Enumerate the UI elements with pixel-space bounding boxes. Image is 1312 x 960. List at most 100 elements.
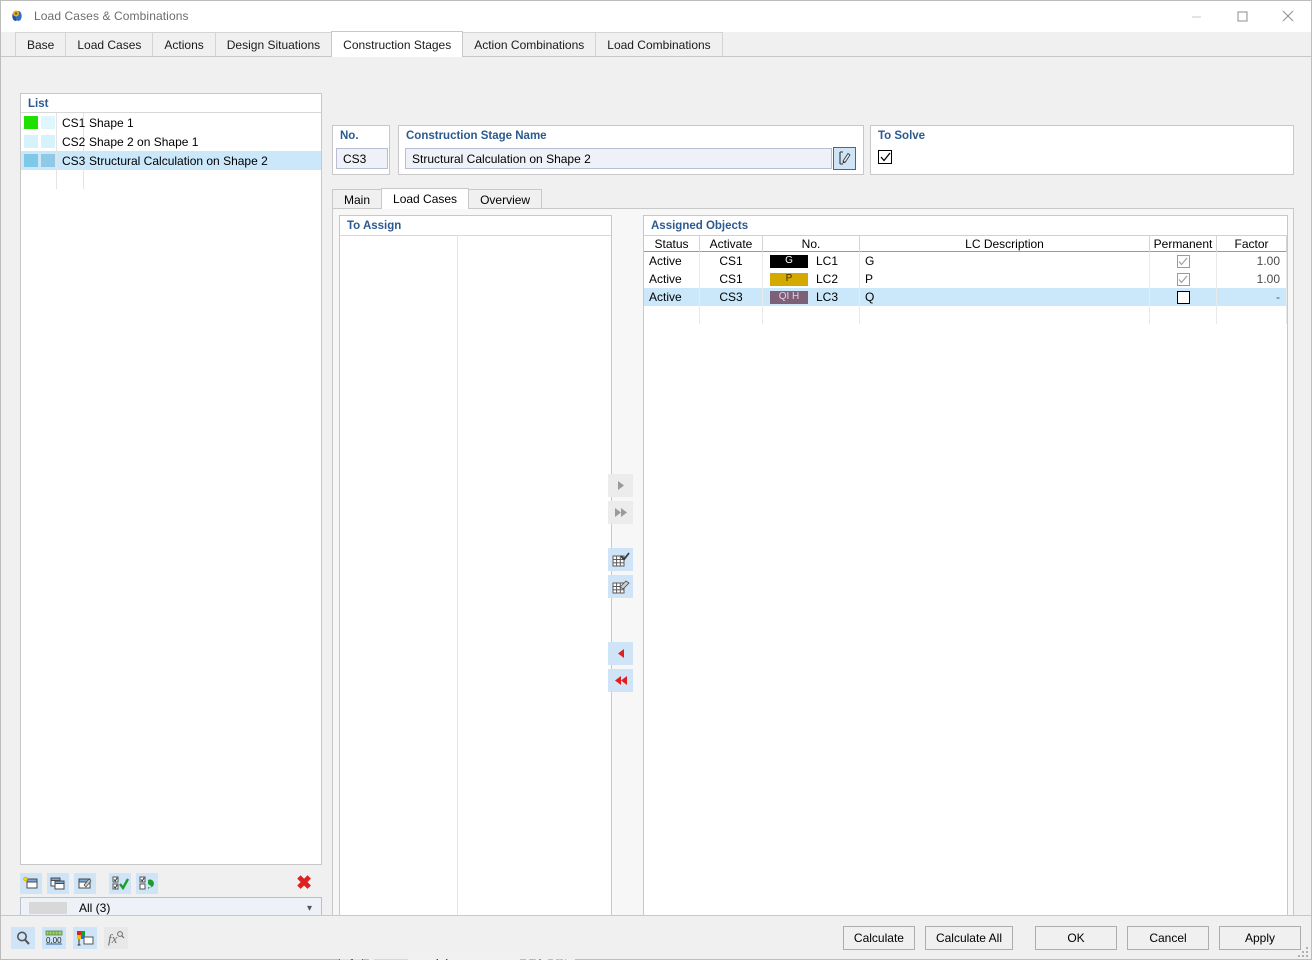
list-item-no: CS1 bbox=[57, 113, 85, 132]
table-row[interactable]: Active CS3 QI H LC3 Q - bbox=[644, 288, 1287, 306]
tab-load-cases-inner[interactable]: Load Cases bbox=[381, 188, 470, 209]
tab-construction-stages[interactable]: Construction Stages bbox=[331, 31, 464, 57]
construction-stage-name-group: Construction Stage Name Structural Calcu… bbox=[398, 125, 864, 175]
list-item[interactable]: CS2 Shape 2 on Shape 1 bbox=[21, 132, 321, 151]
to-assign-column-divider bbox=[457, 235, 458, 916]
column-header-activate[interactable]: Activate bbox=[700, 235, 763, 252]
color-swatch-primary bbox=[24, 116, 38, 129]
select-all-icon[interactable] bbox=[109, 872, 131, 894]
cell-factor: - bbox=[1217, 288, 1287, 306]
formula-icon[interactable]: fx bbox=[104, 926, 128, 949]
tab-load-cases[interactable]: Load Cases bbox=[65, 32, 154, 56]
table-edit-icon[interactable] bbox=[608, 575, 633, 598]
column-header-status[interactable]: Status bbox=[644, 235, 700, 252]
footer-buttons: Calculate Calculate All OK Cancel Apply bbox=[833, 925, 1301, 950]
close-icon[interactable] bbox=[1265, 1, 1311, 32]
to-solve-title: To Solve bbox=[878, 130, 926, 142]
cell-activate: CS1 bbox=[700, 270, 763, 288]
remove-all-left-icon[interactable] bbox=[608, 669, 633, 692]
stage-name-title: Construction Stage Name bbox=[406, 130, 547, 142]
cell-no: QI H LC3 bbox=[763, 288, 860, 306]
tab-actions[interactable]: Actions bbox=[152, 32, 216, 56]
tab-label: Load Cases bbox=[393, 192, 458, 206]
tab-action-combinations[interactable]: Action Combinations bbox=[462, 32, 597, 56]
cancel-button[interactable]: Cancel bbox=[1127, 925, 1209, 950]
cell-status: Active bbox=[644, 288, 700, 306]
table-row-empty[interactable] bbox=[644, 306, 1287, 324]
resize-grip-icon[interactable] bbox=[1296, 945, 1308, 957]
list-item-no: CS3 bbox=[57, 151, 85, 170]
list-panel: List CS1 Shape 1 CS2 Shape 2 on Shape 1 … bbox=[20, 93, 322, 865]
to-assign-header-rule bbox=[340, 235, 611, 236]
tab-label: Construction Stages bbox=[343, 37, 452, 52]
tab-label: Main bbox=[344, 192, 371, 207]
cell-lc-number: LC3 bbox=[816, 290, 839, 304]
invert-selection-icon[interactable] bbox=[136, 872, 158, 894]
maximize-icon[interactable] bbox=[1219, 1, 1265, 32]
tab-label: Load Combinations bbox=[607, 37, 711, 52]
calculate-all-button[interactable]: Calculate All bbox=[924, 925, 1013, 950]
stage-no-field[interactable]: CS3 bbox=[336, 148, 388, 169]
to-assign-title: To Assign bbox=[347, 220, 402, 232]
apply-button[interactable]: Apply bbox=[1219, 925, 1301, 950]
tab-label: Actions bbox=[164, 37, 204, 52]
list-item-empty[interactable] bbox=[21, 170, 321, 189]
cell-factor: 1.00 bbox=[1217, 270, 1287, 288]
remove-left-icon[interactable] bbox=[608, 642, 633, 665]
decimal-places-icon[interactable]: 0,00 bbox=[42, 926, 66, 949]
to-solve-group: To Solve bbox=[870, 125, 1294, 175]
cell-permanent bbox=[1150, 252, 1217, 270]
table-row[interactable]: Active CS1 P LC2 P 1.00 bbox=[644, 270, 1287, 288]
tab-base[interactable]: Base bbox=[15, 32, 67, 56]
column-header-lc-description[interactable]: LC Description bbox=[860, 235, 1150, 252]
calculate-button[interactable]: Calculate bbox=[842, 925, 915, 950]
tab-main[interactable]: Main bbox=[332, 189, 383, 209]
permanent-checkbox bbox=[1176, 272, 1190, 286]
list-filter-value: All (3) bbox=[79, 901, 111, 915]
color-swatch-secondary bbox=[41, 154, 55, 167]
copy-stage-icon[interactable] bbox=[47, 872, 69, 894]
cell-factor: 1.00 bbox=[1217, 252, 1287, 270]
load-case-badge: G bbox=[770, 254, 808, 268]
new-stage-icon[interactable] bbox=[20, 872, 42, 894]
stage-name-input[interactable]: Structural Calculation on Shape 2 bbox=[405, 148, 832, 169]
empty-cell-desc bbox=[860, 306, 1150, 324]
to-solve-checkbox[interactable] bbox=[878, 150, 892, 164]
title-bar: Load Cases & Combinations bbox=[1, 1, 1311, 32]
tab-overview[interactable]: Overview bbox=[468, 189, 543, 209]
permanent-checkbox[interactable] bbox=[1176, 290, 1190, 304]
ok-button[interactable]: OK bbox=[1035, 925, 1117, 950]
minimize-icon[interactable] bbox=[1173, 1, 1219, 32]
tab-design-situations[interactable]: Design Situations bbox=[214, 32, 333, 56]
transfer-button-column bbox=[608, 474, 638, 696]
cell-lc-description: P bbox=[860, 270, 1150, 288]
column-header-permanent[interactable]: Permanent bbox=[1150, 235, 1217, 252]
assigned-objects-table: Status Activate No. LC Description Perma… bbox=[644, 235, 1287, 324]
no-group-title: No. bbox=[340, 130, 359, 142]
tab-label: Action Combinations bbox=[474, 37, 585, 52]
assign-right-icon[interactable] bbox=[608, 474, 633, 497]
list-item-no: CS2 bbox=[57, 132, 85, 151]
filter-color-swatch bbox=[29, 902, 67, 914]
list-item-description: Structural Calculation on Shape 2 bbox=[89, 153, 268, 168]
edit-name-icon[interactable] bbox=[833, 147, 856, 170]
assign-all-right-icon[interactable] bbox=[608, 501, 633, 524]
color-legend-icon[interactable] bbox=[73, 926, 97, 949]
table-header-row: Status Activate No. LC Description Perma… bbox=[644, 235, 1287, 252]
tab-load-combinations[interactable]: Load Combinations bbox=[595, 32, 723, 56]
load-case-badge: QI H bbox=[770, 290, 808, 304]
permanent-checkbox bbox=[1176, 254, 1190, 268]
table-check-icon[interactable] bbox=[608, 548, 633, 571]
search-icon[interactable] bbox=[11, 926, 35, 949]
window-title: Load Cases & Combinations bbox=[34, 9, 189, 23]
delete-icon[interactable]: ✖ bbox=[296, 874, 312, 893]
list-item-description: Shape 2 on Shape 1 bbox=[89, 134, 199, 149]
list-panel-title: List bbox=[28, 98, 49, 110]
column-header-factor[interactable]: Factor bbox=[1217, 235, 1287, 252]
column-header-no[interactable]: No. bbox=[763, 235, 860, 252]
edit-stage-icon[interactable] bbox=[74, 872, 96, 894]
table-row[interactable]: Active CS1 G LC1 G 1.00 bbox=[644, 252, 1287, 270]
list-item[interactable]: CS3 Structural Calculation on Shape 2 bbox=[21, 151, 321, 170]
list-item[interactable]: CS1 Shape 1 bbox=[21, 113, 321, 132]
stage-color-swatches bbox=[21, 132, 57, 151]
